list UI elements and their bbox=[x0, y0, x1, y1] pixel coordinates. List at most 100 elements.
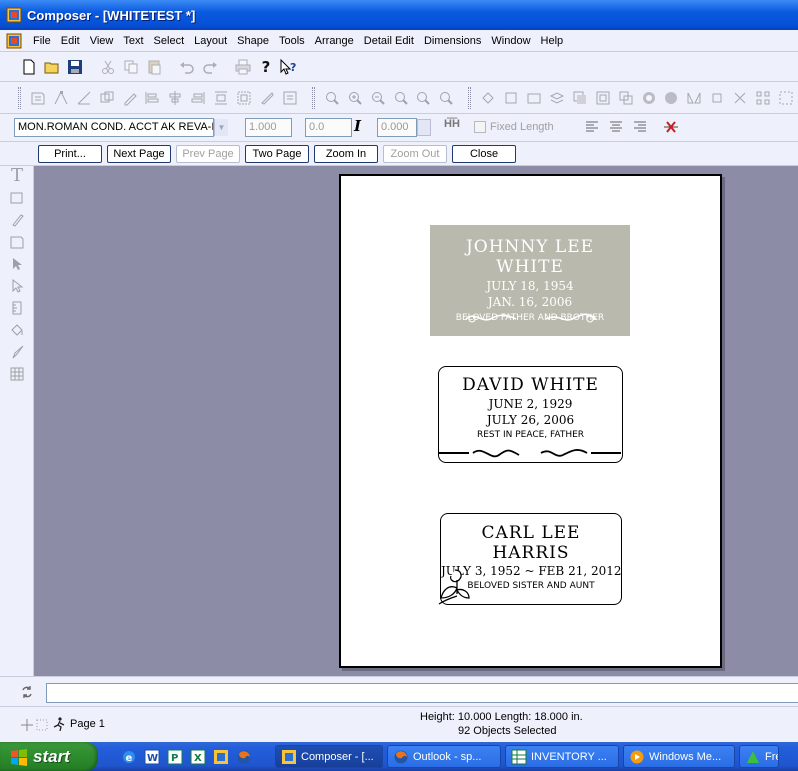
node-edit-button[interactable] bbox=[27, 87, 49, 109]
align-left-button[interactable] bbox=[584, 119, 600, 138]
undo-button[interactable] bbox=[176, 56, 198, 78]
align-right-tool-button[interactable] bbox=[187, 87, 209, 109]
zoom-in-tool-button[interactable] bbox=[344, 87, 366, 109]
command-input[interactable] bbox=[46, 683, 798, 703]
document-icon[interactable] bbox=[6, 33, 22, 49]
quicklaunch-publisher[interactable]: P bbox=[166, 748, 184, 766]
fill-tool-button[interactable] bbox=[477, 87, 499, 109]
menu-edit[interactable]: Edit bbox=[56, 33, 85, 49]
font-combo[interactable]: MON.ROMAN COND. ACCT AK REVA-I bbox=[14, 118, 214, 137]
quicklaunch-firefox[interactable] bbox=[235, 748, 253, 766]
next-page-button[interactable]: Next Page bbox=[107, 145, 171, 163]
slant-field[interactable]: 0.0 bbox=[305, 118, 352, 137]
zoom-button[interactable] bbox=[321, 87, 343, 109]
size-field[interactable]: 1.000 bbox=[245, 118, 292, 137]
menu-tools[interactable]: Tools bbox=[274, 33, 310, 49]
zoom-in-button[interactable]: Zoom In bbox=[314, 145, 378, 163]
cut-path-button[interactable] bbox=[729, 87, 751, 109]
quicklaunch-ie[interactable]: e bbox=[120, 748, 138, 766]
zoom-out-tool-button[interactable] bbox=[367, 87, 389, 109]
text-tool-button[interactable]: T bbox=[7, 165, 27, 186]
spacing-field[interactable]: 0.000 bbox=[377, 118, 417, 137]
task-inventory[interactable]: INVENTORY ... bbox=[505, 745, 619, 768]
align-center-button[interactable] bbox=[608, 119, 624, 138]
rectangle-tool-button[interactable] bbox=[7, 188, 27, 208]
align-left-tool-button[interactable] bbox=[142, 87, 164, 109]
grid-tool-button[interactable] bbox=[7, 364, 27, 384]
menu-arrange[interactable]: Arrange bbox=[310, 33, 359, 49]
quicklaunch-excel[interactable]: X bbox=[189, 748, 207, 766]
select-tool-button[interactable] bbox=[7, 254, 27, 274]
bezier-tool-button[interactable] bbox=[50, 87, 72, 109]
remove-format-button[interactable] bbox=[662, 119, 680, 138]
ellipse-tool-button[interactable] bbox=[660, 87, 682, 109]
zoom-all-button[interactable] bbox=[435, 87, 457, 109]
open-file-button[interactable] bbox=[41, 56, 63, 78]
refresh-button[interactable] bbox=[20, 685, 34, 702]
outline-tool-button[interactable] bbox=[592, 87, 614, 109]
align-right-button[interactable] bbox=[632, 119, 648, 138]
kerning-icon[interactable]: H͞H bbox=[444, 118, 464, 138]
canvas-area[interactable]: JOHNNY LEE WHITE JULY 18, 1954 JAN. 16, … bbox=[34, 166, 798, 676]
node-select-tool-button[interactable] bbox=[7, 276, 27, 296]
plaque-johnny-lee-white[interactable]: JOHNNY LEE WHITE JULY 18, 1954 JAN. 16, … bbox=[430, 225, 630, 336]
spacing-spinner[interactable] bbox=[417, 119, 431, 136]
cut-button[interactable] bbox=[97, 56, 119, 78]
align-center-tool-button[interactable] bbox=[164, 87, 186, 109]
layer-tool-button[interactable] bbox=[546, 87, 568, 109]
menu-text[interactable]: Text bbox=[118, 33, 148, 49]
zoom-fit-button[interactable] bbox=[412, 87, 434, 109]
array-tool-button[interactable] bbox=[752, 87, 774, 109]
menu-help[interactable]: Help bbox=[536, 33, 569, 49]
blast-tool-button[interactable] bbox=[523, 87, 545, 109]
line-tool-button[interactable] bbox=[73, 87, 95, 109]
title-bar[interactable]: Composer - [WHITETEST *] bbox=[0, 0, 798, 30]
zoom-out-button[interactable]: Zoom Out bbox=[383, 145, 447, 163]
knife-tool-button[interactable] bbox=[256, 87, 278, 109]
print-preview-print-button[interactable]: Print... bbox=[38, 145, 102, 163]
rotate-tool-button[interactable] bbox=[706, 87, 728, 109]
paste-button[interactable] bbox=[143, 56, 165, 78]
menu-select[interactable]: Select bbox=[149, 33, 190, 49]
brush-tool-button[interactable] bbox=[7, 342, 27, 362]
stencil-tool-button[interactable] bbox=[500, 87, 522, 109]
save-button[interactable] bbox=[64, 56, 86, 78]
menu-detail-edit[interactable]: Detail Edit bbox=[359, 33, 419, 49]
circle-tool-button[interactable] bbox=[638, 87, 660, 109]
fixed-length-checkbox[interactable] bbox=[474, 121, 486, 133]
duplicate-tool-button[interactable] bbox=[615, 87, 637, 109]
rulers-toggle[interactable] bbox=[6, 709, 50, 741]
menu-layout[interactable]: Layout bbox=[189, 33, 232, 49]
two-page-button[interactable]: Two Page bbox=[245, 145, 309, 163]
nest-tool-button[interactable] bbox=[775, 87, 797, 109]
quicklaunch-word[interactable]: W bbox=[143, 748, 161, 766]
menu-file[interactable]: File bbox=[28, 33, 56, 49]
mirror-tool-button[interactable] bbox=[683, 87, 705, 109]
redo-button[interactable] bbox=[199, 56, 221, 78]
node-tool-button[interactable] bbox=[7, 232, 27, 252]
preview-page[interactable]: JOHNNY LEE WHITE JULY 18, 1954 JAN. 16, … bbox=[339, 174, 722, 668]
weld-button[interactable] bbox=[96, 87, 118, 109]
menu-shape[interactable]: Shape bbox=[232, 33, 274, 49]
print-button[interactable] bbox=[232, 56, 254, 78]
fill-bucket-tool-button[interactable] bbox=[7, 320, 27, 340]
menu-window[interactable]: Window bbox=[486, 33, 535, 49]
zoom-previous-button[interactable] bbox=[390, 87, 412, 109]
distribute-button[interactable] bbox=[210, 87, 232, 109]
new-file-button[interactable] bbox=[18, 56, 40, 78]
quicklaunch-composer[interactable] bbox=[212, 748, 230, 766]
help-button[interactable]: ? bbox=[255, 56, 277, 78]
plaque-david-white[interactable]: DAVID WHITE JUNE 2, 1929 JULY 26, 2006 R… bbox=[438, 366, 623, 463]
start-button[interactable]: start bbox=[0, 742, 98, 771]
task-fre[interactable]: Fre bbox=[739, 745, 779, 768]
shadow-tool-button[interactable] bbox=[569, 87, 591, 109]
pencil-tool-button[interactable] bbox=[7, 210, 27, 230]
close-preview-button[interactable]: Close bbox=[452, 145, 516, 163]
copy-button[interactable] bbox=[120, 56, 142, 78]
ruler-tool-button[interactable] bbox=[7, 298, 27, 318]
task-composer[interactable]: Composer - [... bbox=[275, 745, 383, 768]
group-button[interactable] bbox=[233, 87, 255, 109]
context-help-button[interactable]: ? bbox=[278, 56, 300, 78]
prev-page-button[interactable]: Prev Page bbox=[176, 145, 240, 163]
menu-view[interactable]: View bbox=[85, 33, 119, 49]
